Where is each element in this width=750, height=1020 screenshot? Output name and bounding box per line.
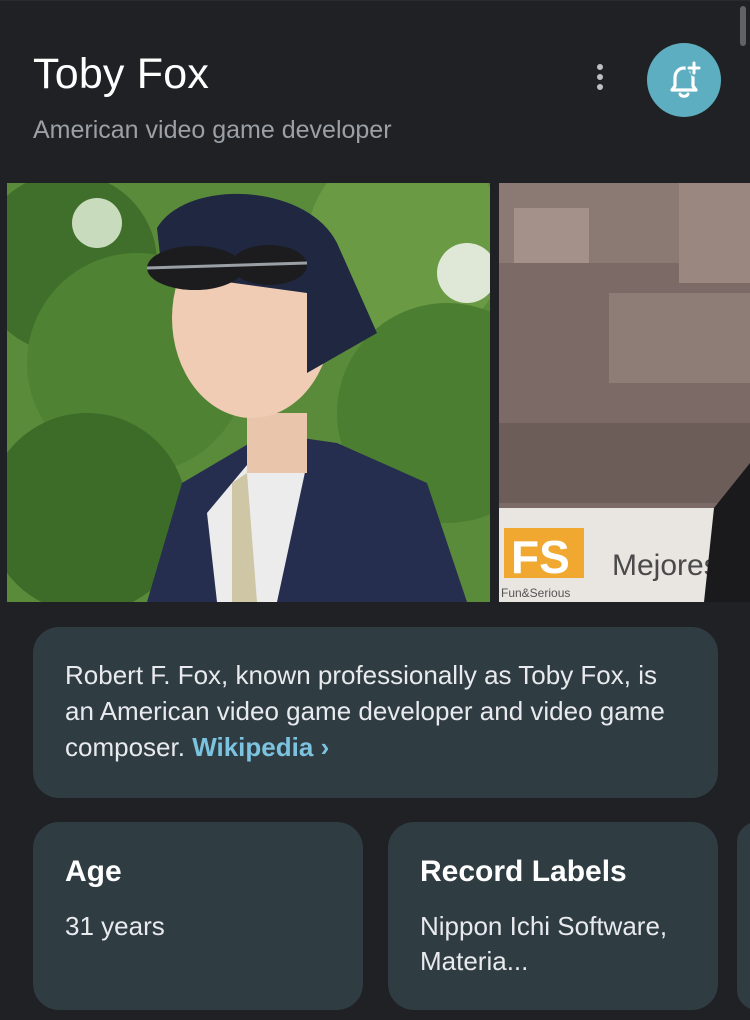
photo-toby-fox[interactable] (7, 183, 490, 602)
fact-label: Record Labels (420, 855, 627, 888)
event-logo-caption: Fun&Serious (501, 586, 570, 600)
more-vert-icon (597, 64, 603, 90)
chevron-right-icon: › (320, 732, 330, 762)
event-image: FS Fun&Serious Mejores v (499, 183, 750, 602)
fact-card-next[interactable] (737, 822, 750, 1010)
follow-button[interactable] (647, 43, 721, 117)
scrollbar[interactable] (740, 6, 746, 46)
fact-label: Age (65, 855, 122, 888)
portrait-image (7, 183, 490, 602)
fact-card-record-labels[interactable]: Record Labels Nippon Ichi Software, Mate… (388, 822, 718, 1010)
description-body: Robert F. Fox, known professionally as T… (65, 660, 665, 762)
top-divider (0, 0, 750, 1)
image-carousel[interactable]: FS Fun&Serious Mejores v (0, 183, 750, 602)
entity-subtitle: American video game developer (33, 116, 392, 144)
wikipedia-link[interactable]: Wikipedia › (192, 732, 329, 762)
bell-add-icon (670, 59, 703, 98)
description-card: Robert F. Fox, known professionally as T… (33, 627, 718, 798)
fact-value: 31 years (65, 911, 165, 941)
fact-card-age[interactable]: Age 31 years (33, 822, 363, 1010)
entity-title: Toby Fox (33, 50, 210, 98)
more-options-button[interactable] (583, 60, 617, 94)
fact-value: Nippon Ichi Software, Materia... (420, 911, 668, 976)
event-logo-text: FS (511, 531, 570, 583)
wikipedia-link-label: Wikipedia (192, 732, 314, 762)
photo-event[interactable]: FS Fun&Serious Mejores v (499, 183, 750, 602)
description-text: Robert F. Fox, known professionally as T… (65, 657, 686, 765)
